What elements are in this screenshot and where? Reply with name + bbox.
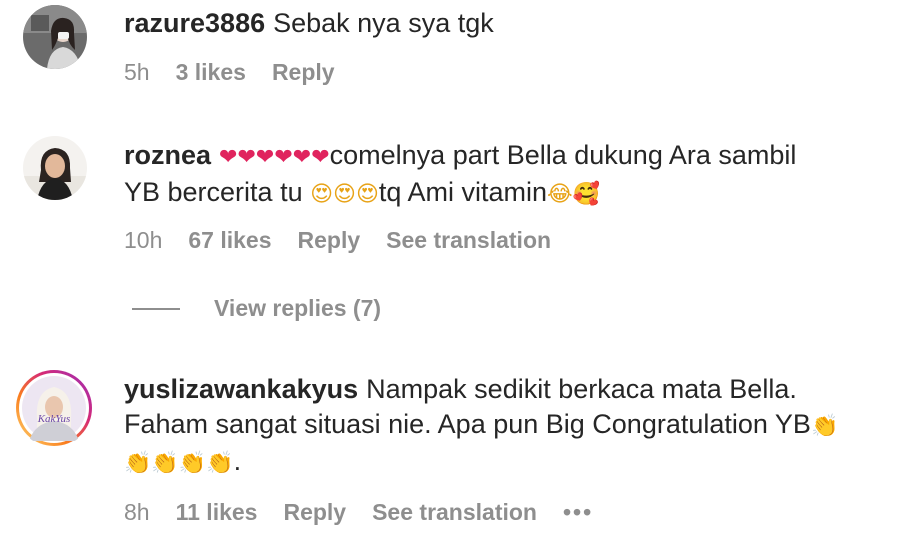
clap-emoji-row: 👏👏👏👏 [124, 451, 234, 476]
reply-button[interactable]: Reply [272, 57, 335, 87]
comment-time: 8h [124, 499, 150, 525]
comment-meta: 5h 3 likes Reply [124, 57, 361, 87]
see-translation-button[interactable]: See translation [372, 497, 537, 527]
avatar[interactable]: KakYus [15, 369, 93, 447]
comment-time: 5h [124, 59, 150, 85]
clap-emoji: 👏 [810, 414, 839, 439]
comment-text: razure3886 Sebak nya sya tgk [124, 6, 904, 41]
reply-button[interactable]: Reply [298, 225, 361, 255]
avatar[interactable] [23, 5, 87, 69]
likes-count[interactable]: 11 likes [176, 497, 258, 527]
avatar-text: KakYus [37, 413, 71, 425]
likes-count[interactable]: 3 likes [176, 57, 246, 87]
laughing-emoji: 😂🥰 [546, 182, 601, 207]
comment-username[interactable]: roznea [124, 140, 211, 170]
comment-body-end: . [233, 446, 242, 476]
comment-body-line3: tq Ami vitamin [378, 177, 547, 207]
hearts-emoji: ❤❤❤❤❤❤ [219, 145, 330, 170]
replies-divider [132, 307, 180, 310]
comment-body-line1: Nampak sedikit berkaca mata Bella. [366, 374, 797, 404]
comment-body: Sebak nya sya tgk [273, 8, 494, 38]
heart-eyes-emoji: 😍😍😍 [310, 182, 379, 207]
likes-count[interactable]: 67 likes [188, 225, 271, 255]
comment-username[interactable]: yuslizawankakyus [124, 374, 358, 404]
more-options-icon[interactable]: ••• [563, 497, 593, 527]
comment-time: 10h [124, 227, 163, 253]
see-translation-button[interactable]: See translation [386, 225, 551, 255]
comment-text: roznea ❤❤❤❤❤❤comelnya part Bella dukung A… [124, 138, 904, 212]
view-replies-label: View replies (7) [214, 295, 382, 321]
comment-meta: 10h 67 likes Reply See translation [124, 225, 577, 255]
comment-username[interactable]: razure3886 [124, 8, 265, 38]
comment-text: yuslizawankakyus Nampak sedikit berkaca m… [124, 372, 904, 481]
comment-meta: 8h 11 likes Reply See translation ••• [124, 497, 593, 527]
avatar[interactable] [23, 136, 87, 200]
comment-body-line2: YB bercerita tu [124, 177, 303, 207]
comment-body-line1: comelnya part Bella dukung Ara sambil [329, 140, 797, 170]
reply-button[interactable]: Reply [283, 497, 346, 527]
view-replies-button[interactable]: View replies (7) [132, 295, 381, 322]
comment-body-line2: Faham sangat situasi nie. Apa pun Big Co… [124, 409, 811, 439]
